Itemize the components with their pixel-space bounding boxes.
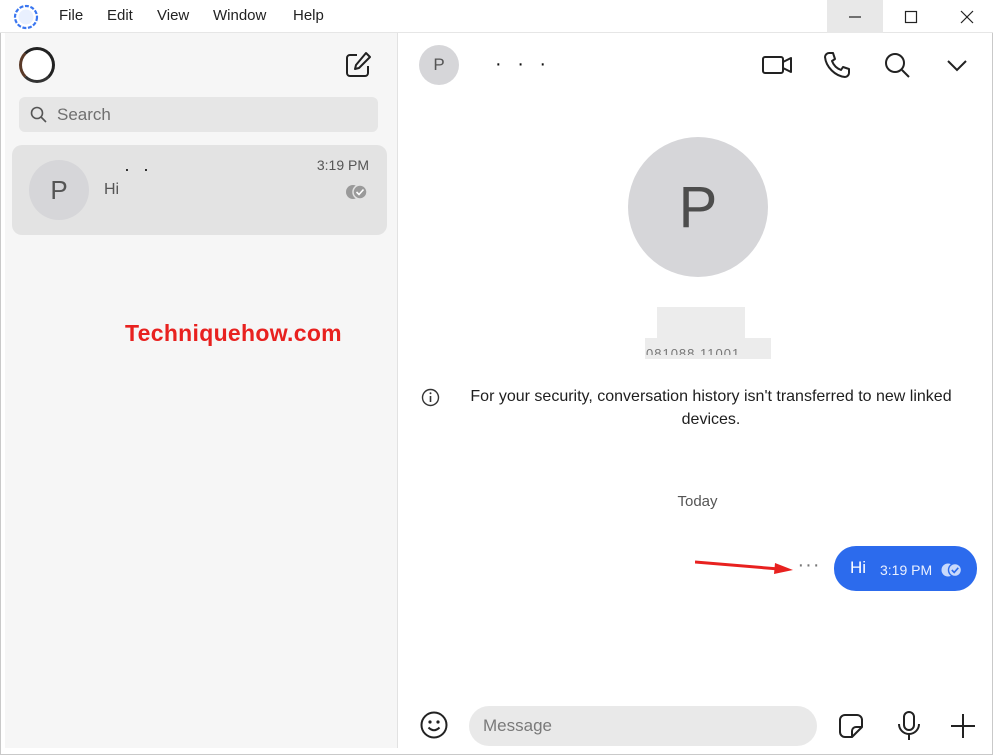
search-input[interactable] [57, 97, 367, 132]
security-notice: For your security, conversation history … [421, 385, 981, 431]
conversation-sidebar: P · · Hi 3:19 PM Techniquehow.com [5, 33, 398, 748]
redacted-phone-text: 081088 11001 [646, 346, 741, 355]
conversation-avatar: P [29, 160, 89, 220]
message-composer[interactable] [469, 706, 817, 746]
menu-window[interactable]: Window [213, 7, 266, 24]
delivered-check-icon [941, 562, 963, 578]
plus-icon[interactable] [947, 710, 979, 742]
sticker-icon[interactable] [836, 711, 866, 741]
maximize-icon [904, 10, 918, 23]
message-more-actions[interactable]: ··· [794, 555, 824, 579]
chevron-down-icon[interactable] [941, 49, 973, 81]
minimize-icon [849, 15, 861, 18]
conversation-item[interactable]: P · · Hi 3:19 PM [12, 145, 387, 235]
menu-bar: File Edit View Window Help [0, 0, 993, 33]
compose-icon[interactable] [343, 50, 373, 80]
message-input[interactable] [483, 706, 803, 746]
security-notice-text: For your security, conversation history … [470, 388, 952, 428]
close-button[interactable] [939, 0, 993, 33]
chat-header-name[interactable]: · · · [495, 53, 551, 76]
search-icon[interactable] [881, 49, 913, 81]
profile-avatar-large: P [628, 137, 768, 277]
close-icon [960, 10, 974, 23]
conversation-snippet: Hi [104, 181, 120, 198]
profile-avatar[interactable] [19, 47, 55, 83]
maximize-button[interactable] [883, 0, 939, 33]
menu-view[interactable]: View [157, 7, 189, 24]
conversation-name: · · [124, 159, 153, 179]
chat-panel: P · · · P 081088 11001 For your security… [399, 33, 988, 748]
message-text: Hi [850, 558, 867, 577]
menu-help[interactable]: Help [293, 7, 324, 24]
annotation-arrow [695, 560, 793, 574]
phone-icon[interactable] [821, 49, 853, 81]
signal-logo-icon [13, 4, 39, 30]
minimize-button[interactable] [827, 0, 883, 33]
chat-header-avatar[interactable]: P [419, 45, 459, 85]
conversation-time: 3:19 PM [316, 157, 369, 173]
search-box[interactable] [19, 97, 378, 132]
message-bubble-outgoing[interactable]: Hi 3:19 PM [834, 546, 977, 591]
video-call-icon[interactable] [761, 49, 793, 81]
menu-file[interactable]: File [59, 7, 83, 24]
redacted-name [657, 307, 745, 339]
emoji-icon[interactable] [419, 710, 449, 740]
date-separator: Today [677, 493, 718, 510]
delivered-check-icon [346, 184, 368, 200]
search-icon [30, 106, 47, 123]
info-icon [421, 388, 440, 407]
message-time: 3:19 PM [880, 562, 933, 578]
menu-edit[interactable]: Edit [107, 7, 133, 24]
watermark: Techniquehow.com [125, 320, 342, 346]
microphone-icon[interactable] [894, 710, 924, 742]
